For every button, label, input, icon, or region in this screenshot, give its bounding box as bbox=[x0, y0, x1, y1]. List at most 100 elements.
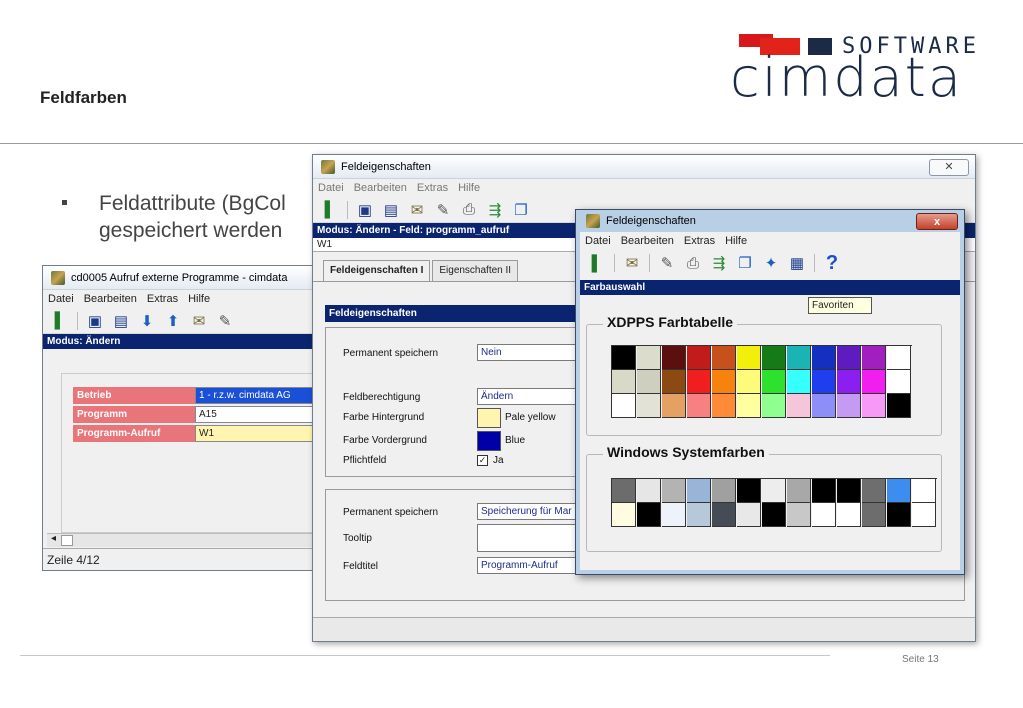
menu-bearbeiten[interactable]: Bearbeiten bbox=[354, 182, 407, 194]
color-swatch[interactable] bbox=[612, 479, 636, 503]
export-icon[interactable]: ⇶ bbox=[708, 252, 730, 274]
color-swatch[interactable] bbox=[737, 503, 761, 527]
edit-icon[interactable]: ✎ bbox=[656, 252, 678, 274]
color-swatch[interactable] bbox=[762, 346, 786, 370]
scroll-thumb[interactable] bbox=[61, 535, 73, 546]
color-swatch[interactable] bbox=[837, 394, 861, 418]
color-swatch[interactable] bbox=[787, 503, 811, 527]
color-swatch[interactable] bbox=[812, 346, 836, 370]
color-swatch[interactable] bbox=[862, 479, 886, 503]
print-icon[interactable]: ⎙ bbox=[682, 252, 704, 274]
color-swatch[interactable] bbox=[762, 479, 786, 503]
horizontal-scrollbar[interactable]: ◂ bbox=[47, 533, 317, 547]
color-swatch[interactable] bbox=[837, 503, 861, 527]
color-swatch[interactable] bbox=[812, 370, 836, 394]
mail-icon[interactable]: ✉ bbox=[188, 310, 210, 332]
color-swatch[interactable] bbox=[912, 479, 936, 503]
exit-icon[interactable]: ▌ bbox=[49, 310, 71, 332]
color-swatch[interactable] bbox=[662, 370, 686, 394]
tab-eigenschaften-2[interactable]: Eigenschaften II bbox=[432, 260, 519, 281]
color-swatch[interactable] bbox=[687, 370, 711, 394]
window-titlebar[interactable]: cd0005 Aufruf externe Programme - cimdat… bbox=[43, 266, 317, 290]
color-swatch[interactable] bbox=[787, 370, 811, 394]
color-swatch[interactable] bbox=[787, 346, 811, 370]
color-swatch[interactable] bbox=[762, 370, 786, 394]
color-swatch[interactable] bbox=[687, 346, 711, 370]
edit-icon[interactable]: ✎ bbox=[432, 199, 454, 221]
menu-hilfe[interactable]: Hilfe bbox=[458, 182, 480, 194]
color-swatch[interactable] bbox=[787, 394, 811, 418]
menu-datei[interactable]: Datei bbox=[318, 182, 344, 194]
scroll-left-arrow-icon[interactable]: ◂ bbox=[51, 533, 56, 544]
save-check-icon[interactable]: ▣ bbox=[84, 310, 106, 332]
color-swatch[interactable] bbox=[887, 479, 911, 503]
color-swatch[interactable] bbox=[737, 346, 761, 370]
save-icon[interactable]: ▤ bbox=[110, 310, 132, 332]
field-value-programm-aufruf[interactable]: W1 bbox=[195, 425, 317, 442]
color-swatch[interactable] bbox=[612, 503, 636, 527]
color-swatch[interactable] bbox=[812, 479, 836, 503]
mail-icon[interactable]: ✉ bbox=[406, 199, 428, 221]
windows-icon[interactable]: ❐ bbox=[734, 252, 756, 274]
field-value-betrieb[interactable]: 1 - r.z.w. cimdata AG bbox=[195, 387, 317, 404]
close-button[interactable]: ✕ bbox=[929, 159, 969, 176]
menu-datei[interactable]: Datei bbox=[48, 293, 74, 305]
menu-hilfe[interactable]: Hilfe bbox=[725, 235, 747, 247]
close-button[interactable]: x bbox=[916, 213, 958, 230]
color-swatch[interactable] bbox=[637, 346, 661, 370]
exit-icon[interactable]: ▌ bbox=[586, 252, 608, 274]
fg-color-swatch[interactable] bbox=[477, 431, 501, 451]
menu-hilfe[interactable]: Hilfe bbox=[188, 293, 210, 305]
menu-extras[interactable]: Extras bbox=[147, 293, 178, 305]
window-titlebar[interactable]: Feldeigenschaften bbox=[580, 210, 960, 232]
window-titlebar[interactable]: Feldeigenschaften bbox=[313, 155, 975, 179]
color-swatch[interactable] bbox=[687, 394, 711, 418]
menu-bearbeiten[interactable]: Bearbeiten bbox=[84, 293, 137, 305]
color-swatch[interactable] bbox=[612, 370, 636, 394]
color-swatch[interactable] bbox=[812, 394, 836, 418]
color-swatch[interactable] bbox=[887, 394, 911, 418]
color-swatch[interactable] bbox=[612, 346, 636, 370]
color-swatch[interactable] bbox=[612, 394, 636, 418]
color-swatch[interactable] bbox=[787, 479, 811, 503]
color-swatch[interactable] bbox=[762, 503, 786, 527]
pflichtfeld-checkbox[interactable]: ✓ bbox=[477, 455, 488, 466]
color-swatch[interactable] bbox=[637, 370, 661, 394]
color-swatch[interactable] bbox=[737, 394, 761, 418]
color-swatch[interactable] bbox=[812, 503, 836, 527]
color-swatch[interactable] bbox=[662, 479, 686, 503]
color-swatch[interactable] bbox=[837, 479, 861, 503]
color-swatch[interactable] bbox=[737, 370, 761, 394]
save-icon[interactable]: ▤ bbox=[380, 199, 402, 221]
edit-icon[interactable]: ✎ bbox=[214, 310, 236, 332]
field-value-programm[interactable]: A15 bbox=[195, 406, 317, 423]
color-swatch[interactable] bbox=[712, 479, 736, 503]
menu-datei[interactable]: Datei bbox=[585, 235, 611, 247]
color-swatch[interactable] bbox=[637, 479, 661, 503]
save-check-icon[interactable]: ▣ bbox=[354, 199, 376, 221]
tab-feldeigenschaften-1[interactable]: Feldeigenschaften I bbox=[323, 260, 431, 281]
export-icon[interactable]: ⬆ bbox=[162, 310, 184, 332]
menu-extras[interactable]: Extras bbox=[417, 182, 448, 194]
color-swatch[interactable] bbox=[712, 346, 736, 370]
print-icon[interactable]: ⎙ bbox=[458, 199, 480, 221]
color-swatch[interactable] bbox=[887, 346, 911, 370]
export-icon[interactable]: ⇶ bbox=[484, 199, 506, 221]
grid-icon[interactable]: ▦ bbox=[786, 252, 808, 274]
color-swatch[interactable] bbox=[862, 370, 886, 394]
color-swatch[interactable] bbox=[712, 503, 736, 527]
menu-bearbeiten[interactable]: Bearbeiten bbox=[621, 235, 674, 247]
menu-extras[interactable]: Extras bbox=[684, 235, 715, 247]
bg-color-swatch[interactable] bbox=[477, 408, 501, 428]
color-swatch[interactable] bbox=[737, 479, 761, 503]
color-swatch[interactable] bbox=[637, 394, 661, 418]
color-swatch[interactable] bbox=[862, 394, 886, 418]
color-swatch[interactable] bbox=[687, 479, 711, 503]
color-swatch[interactable] bbox=[662, 346, 686, 370]
mail-icon[interactable]: ✉ bbox=[621, 252, 643, 274]
exit-icon[interactable]: ▌ bbox=[319, 199, 341, 221]
color-swatch[interactable] bbox=[637, 503, 661, 527]
favorites-icon[interactable]: ✦ bbox=[760, 252, 782, 274]
color-swatch[interactable] bbox=[687, 503, 711, 527]
color-swatch[interactable] bbox=[862, 503, 886, 527]
